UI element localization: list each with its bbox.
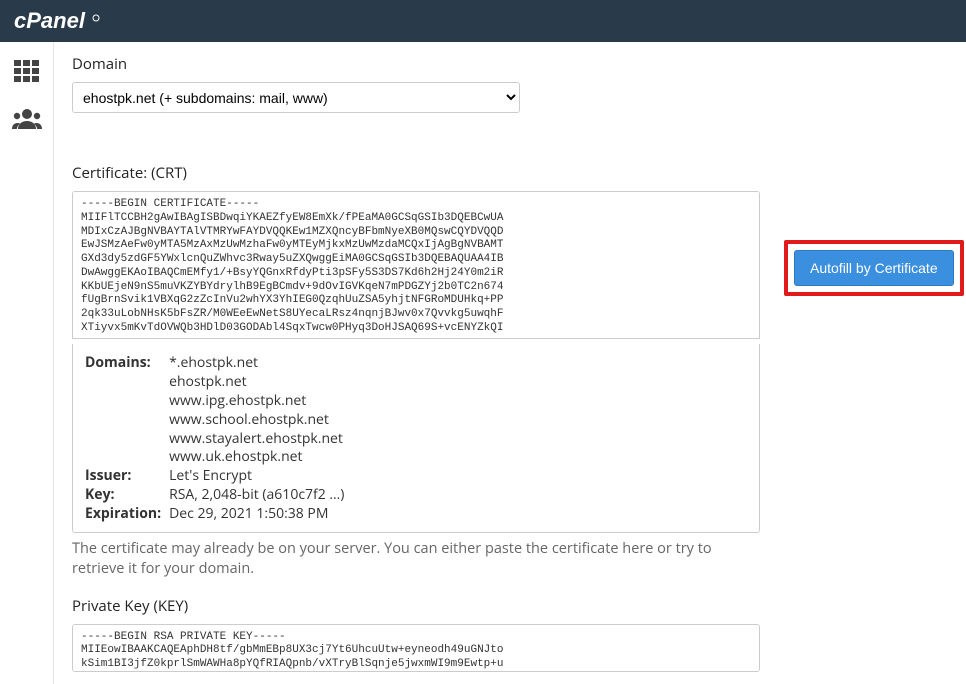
cert-domain-list: *.ehostpk.net ehostpk.net www.ipg.ehostp… [169,354,344,467]
cert-issuer-value: Let's Encrypt [165,467,344,486]
sidebar [0,42,54,684]
certificate-details: Domains: *.ehostpk.net ehostpk.net www.i… [72,344,760,533]
users-icon[interactable] [9,104,45,134]
cert-domain-item: *.ehostpk.net [169,354,344,373]
main-content: Domain ehostpk.net (+ subdomains: mail, … [54,42,966,684]
certificate-label: Certificate: (CRT) [72,163,760,183]
svg-text:cPanel: cPanel [14,9,86,33]
cert-key-value: RSA, 2,048-bit (a610c7f2 …) [165,486,344,505]
autofill-highlight: Autofill by Certificate [784,240,964,296]
certificate-textarea[interactable] [72,191,760,339]
domain-select[interactable]: ehostpk.net (+ subdomains: mail, www) [72,82,520,113]
private-key-label: Private Key (KEY) [72,596,760,616]
cert-key-label: Key: [85,486,165,505]
cpanel-logo[interactable]: cPanel [14,7,104,35]
autofill-by-certificate-button[interactable]: Autofill by Certificate [794,250,954,286]
cert-domain-item: www.school.ehostpk.net [169,411,344,430]
cert-domain-item: ehostpk.net [169,373,344,392]
certificate-hint: The certificate may already be on your s… [72,539,760,580]
private-key-textarea[interactable] [72,624,760,672]
domain-label: Domain [72,54,760,74]
cert-issuer-label: Issuer: [85,467,165,486]
cert-domain-item: www.stayalert.ehostpk.net [169,430,344,449]
cert-domain-item: www.ipg.ehostpk.net [169,392,344,411]
cert-domains-label: Domains: [85,354,165,467]
topbar: cPanel [0,0,966,42]
cert-expiration-value: Dec 29, 2021 1:50:38 PM [165,505,344,524]
cert-domain-item: www.uk.ehostpk.net [169,448,344,467]
grid-icon[interactable] [9,56,45,86]
cert-expiration-label: Expiration: [85,505,165,524]
